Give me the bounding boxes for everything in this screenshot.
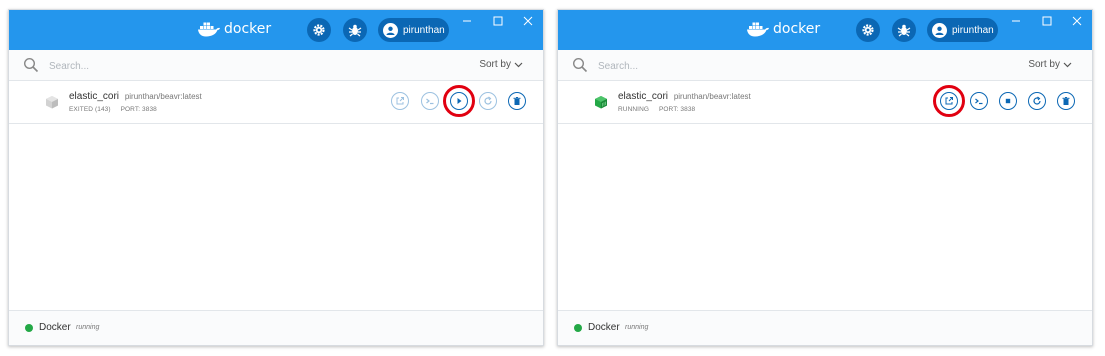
close-button[interactable] [521,14,535,28]
title-bar: docker pirunthan [558,10,1092,50]
minimize-icon [463,20,471,22]
container-status-line: RUNNING PORT: 3838 [618,106,695,113]
cli-icon [426,98,434,105]
user-icon [386,26,395,35]
restart-icon [1033,96,1041,105]
docker-logo: docker [197,20,271,38]
user-icon [935,26,944,35]
footer-label: Docker [588,322,620,333]
restart-icon [484,96,492,105]
title-bar: docker pirunthan [9,10,543,50]
settings-button[interactable] [856,18,880,42]
container-status: EXITED (143) [69,106,111,113]
open-in-browser-button[interactable] [940,92,958,110]
sort-dropdown[interactable]: Sort by [1028,59,1072,70]
footer-status: running [76,324,100,331]
troubleshoot-button[interactable] [892,18,916,42]
container-status-line: EXITED (143) PORT: 3838 [69,106,157,113]
restart-button[interactable] [1028,92,1046,110]
docker-whale-icon [198,22,220,37]
logo-text: docker [773,21,821,37]
docker-logo: docker [746,20,820,38]
close-button[interactable] [1070,14,1084,28]
docker-window-exited: docker pirunthan Search... Sort by elast… [8,9,544,346]
container-name-line: elastic_cori pirunthan/beavr:latest [69,91,202,102]
container-status: RUNNING [618,106,650,113]
status-footer: Docker running [9,310,543,345]
username: pirunthan [403,24,445,36]
username: pirunthan [952,24,994,36]
container-name: elastic_cori [618,91,669,102]
status-dot [574,324,582,332]
start-button[interactable] [450,92,468,110]
maximize-button[interactable] [1040,14,1054,28]
avatar [932,22,947,38]
bug-icon [897,24,911,37]
minimize-button[interactable] [460,14,474,28]
delete-button[interactable] [1057,92,1075,110]
container-port: PORT: 3838 [658,106,696,113]
delete-button[interactable] [508,92,526,110]
search-icon [23,57,39,73]
user-menu-button[interactable]: pirunthan [927,18,998,42]
docker-whale-icon [747,22,769,37]
close-icon [523,16,533,26]
container-port: PORT: 3838 [120,106,157,113]
footer-label: Docker [39,322,71,333]
gear-icon [313,24,325,36]
container-running-icon [595,96,607,109]
sort-label: Sort by [479,59,511,70]
delete-icon [1062,97,1070,105]
footer-status: running [625,324,649,331]
delete-icon [513,97,521,105]
open-in-browser-button[interactable] [391,92,409,110]
start-icon [457,98,462,104]
search-input[interactable] [596,58,760,74]
open-browser-icon [945,97,953,105]
sort-label: Sort by [1028,59,1060,70]
search-bar: Sort by [558,50,1092,81]
docker-window-running: docker pirunthan Search... Sort by elast… [557,9,1093,346]
bug-icon [348,24,362,37]
cli-button[interactable] [421,92,439,110]
container-stopped-icon [46,96,58,109]
container-row[interactable]: elastic_cori pirunthan/beavr:latest EXIT… [9,81,543,124]
status-footer: Docker running [558,310,1092,345]
status-dot [25,324,33,332]
cli-icon [975,98,983,105]
stop-icon [1005,98,1011,104]
troubleshoot-button[interactable] [343,18,367,42]
container-image: pirunthan/beavr:latest [673,92,751,101]
user-menu-button[interactable]: pirunthan [378,18,449,42]
settings-button[interactable] [307,18,331,42]
chevron-down-icon [1063,62,1072,68]
search-icon [572,57,588,73]
cli-button[interactable] [970,92,988,110]
container-name: elastic_cori [69,91,120,102]
close-icon [1072,16,1082,26]
search-input[interactable] [47,58,211,74]
maximize-icon [493,16,503,26]
container-image: pirunthan/beavr:latest [124,92,202,101]
sort-dropdown[interactable]: Sort by [479,59,523,70]
minimize-icon [1012,20,1020,22]
chevron-down-icon [514,62,523,68]
stop-button[interactable] [999,92,1017,110]
restart-button[interactable] [479,92,497,110]
container-name-line: elastic_cori pirunthan/beavr:latest [618,91,751,102]
maximize-button[interactable] [491,14,505,28]
logo-text: docker [224,21,272,37]
container-row[interactable]: elastic_cori pirunthan/beavr:latest RUNN… [558,81,1092,124]
avatar [383,22,398,38]
maximize-icon [1042,16,1052,26]
minimize-button[interactable] [1009,14,1023,28]
search-bar: Sort by [9,50,543,81]
open-browser-icon [396,97,404,105]
gear-icon [862,24,874,36]
